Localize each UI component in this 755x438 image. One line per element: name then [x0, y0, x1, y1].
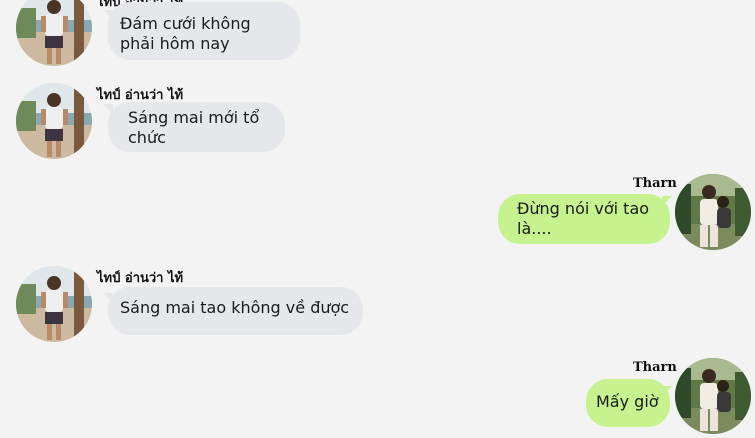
message-bubble[interactable]: Sáng mai tao không về được	[108, 287, 363, 335]
profile-photo-icon	[675, 174, 751, 250]
profile-photo-icon	[16, 266, 92, 342]
sender-name: ไทป์ อ่านว่า ไท้	[97, 271, 184, 286]
profile-avatar[interactable]	[16, 83, 92, 159]
profile-photo-icon	[16, 0, 92, 66]
profile-avatar[interactable]	[675, 358, 751, 434]
profile-photo-icon	[16, 83, 92, 159]
message-bubble[interactable]: Sáng mai mới tổ chức	[108, 102, 285, 152]
message-bubble[interactable]: Đám cưới không phải hôm nay	[108, 2, 300, 60]
profile-avatar[interactable]	[16, 266, 92, 342]
sender-name: Tharn	[633, 360, 677, 375]
message-bubble[interactable]: Mấy giờ	[586, 379, 670, 427]
chat-conversation: ไทป์ อ่านว่า ไท้ Đám cưới không phải hôm…	[0, 0, 755, 438]
profile-avatar[interactable]	[675, 174, 751, 250]
message-bubble[interactable]: Đừng nói với tao là....	[498, 194, 670, 244]
profile-avatar[interactable]	[16, 0, 92, 66]
sender-name: Tharn	[633, 176, 677, 191]
profile-photo-icon	[675, 358, 751, 434]
